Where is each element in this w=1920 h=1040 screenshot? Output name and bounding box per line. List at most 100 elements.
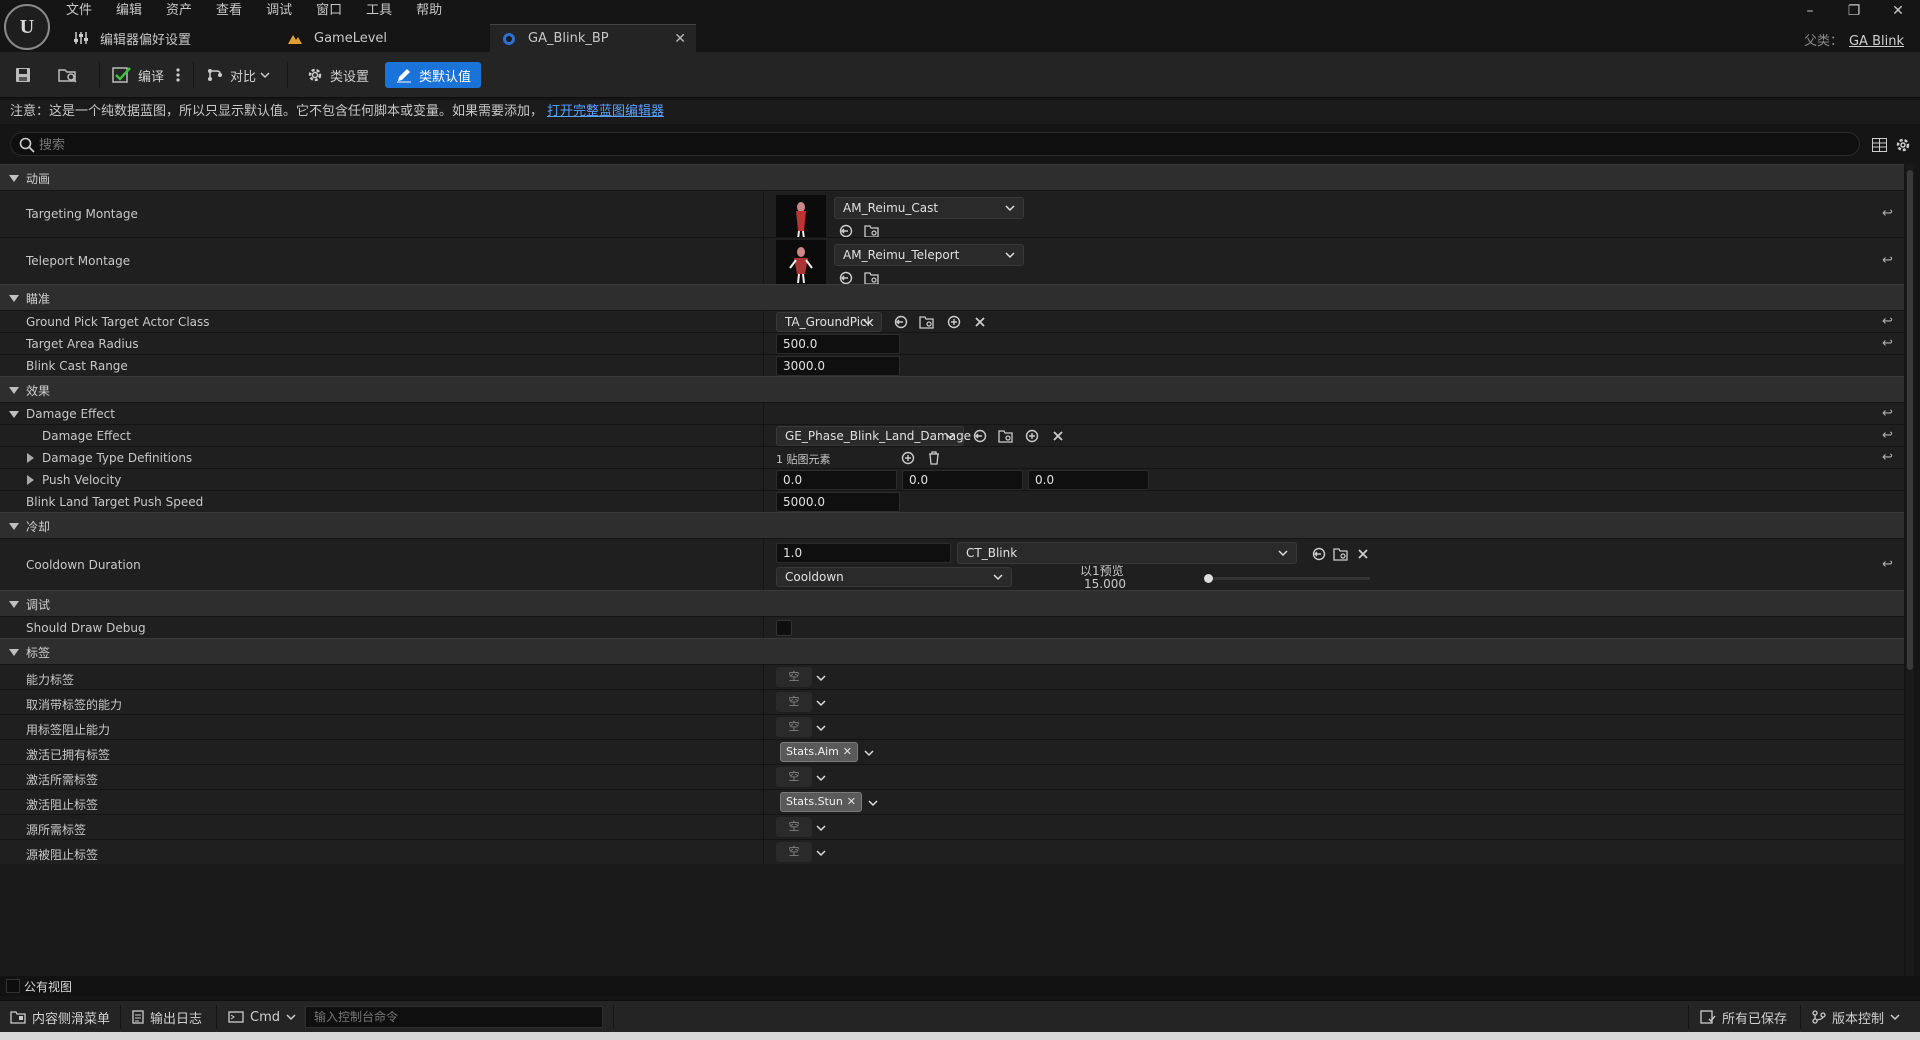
chevron-down-icon[interactable]	[812, 719, 830, 737]
class-defaults-button[interactable]: 类默认值	[385, 62, 482, 88]
reset-to-default-icon[interactable]: ↩	[1882, 407, 1896, 421]
category-aim[interactable]: 瞄准	[0, 284, 1904, 310]
content-drawer-button[interactable]: 内容侧滑菜单	[10, 1007, 110, 1027]
empty-tag-container[interactable]: 空	[776, 717, 812, 737]
tab-game-level[interactable]: GameLevel	[276, 24, 486, 52]
browse-asset-icon[interactable]	[918, 313, 936, 331]
menu-file[interactable]: 文件	[54, 0, 104, 22]
menu-help[interactable]: 帮助	[404, 0, 454, 22]
category-tags[interactable]: 标签	[0, 638, 1904, 664]
menu-tools[interactable]: 工具	[354, 0, 404, 22]
browse-asset-icon[interactable]	[997, 427, 1015, 445]
clear-icon[interactable]	[971, 313, 989, 331]
chevron-down-icon[interactable]	[812, 694, 830, 712]
reset-to-default-icon[interactable]: ↩	[1882, 558, 1896, 572]
public-view-toggle[interactable]: 公有视图	[0, 976, 1920, 996]
unreal-logo[interactable]: U	[4, 4, 50, 50]
use-selected-icon[interactable]	[892, 313, 910, 331]
chevron-down-icon[interactable]	[812, 769, 830, 787]
curve-table-dropdown[interactable]: CT_Blink	[957, 542, 1297, 564]
montage-asset-dropdown[interactable]: AM_Reimu_Cast	[834, 197, 1024, 219]
browse-asset-icon[interactable]	[1332, 545, 1350, 563]
vector-y-field[interactable]: 0.0	[902, 470, 1023, 490]
menu-edit[interactable]: 编辑	[104, 0, 154, 22]
empty-tag-container[interactable]: 空	[776, 817, 812, 837]
reset-to-default-icon[interactable]: ↩	[1882, 254, 1896, 268]
draw-debug-checkbox[interactable]	[776, 620, 792, 636]
tag-chip[interactable]: Stats.Aim ✕	[780, 742, 858, 762]
public-view-checkbox[interactable]	[6, 979, 20, 993]
minimize-button[interactable]: –	[1788, 0, 1832, 22]
remove-tag-icon[interactable]: ✕	[843, 743, 852, 761]
output-log-button[interactable]: 输出日志	[132, 1007, 202, 1027]
chevron-down-icon[interactable]	[812, 669, 830, 687]
expand-triangle-icon[interactable]	[27, 475, 34, 485]
montage-asset-dropdown[interactable]: AM_Reimu_Teleport	[834, 244, 1024, 266]
source-control-button[interactable]: 版本控制	[1812, 1007, 1900, 1027]
numeric-field[interactable]: 3000.0	[776, 356, 900, 376]
add-icon[interactable]	[945, 313, 963, 331]
menu-view[interactable]: 查看	[204, 0, 254, 22]
console-command-box[interactable]	[305, 1006, 603, 1028]
empty-tag-container[interactable]: 空	[776, 667, 812, 687]
all-saved-button[interactable]: 所有已保存	[1700, 1007, 1787, 1027]
reset-to-default-icon[interactable]: ↩	[1882, 207, 1896, 221]
compile-button[interactable]: 编译	[112, 62, 164, 88]
numeric-field[interactable]: 5000.0	[776, 492, 900, 512]
effect-class-dropdown[interactable]: GE_Phase_Blink_Land_Damage	[776, 426, 971, 446]
category-cooldown[interactable]: 冷却	[0, 512, 1904, 538]
close-tab-icon[interactable]: ✕	[674, 31, 686, 47]
restore-button[interactable]: ❐	[1832, 0, 1876, 22]
preview-slider-knob[interactable]	[1204, 574, 1213, 583]
reset-to-default-icon[interactable]: ↩	[1882, 315, 1896, 329]
reset-to-default-icon[interactable]: ↩	[1882, 451, 1896, 465]
clear-icon[interactable]	[1049, 427, 1067, 445]
cooldown-value-field[interactable]: 1.0	[776, 543, 951, 563]
empty-tag-container[interactable]: 空	[776, 692, 812, 712]
tag-chip[interactable]: Stats.Stun ✕	[780, 792, 862, 812]
table-view-icon[interactable]	[1872, 138, 1887, 152]
search-box[interactable]	[10, 132, 1860, 156]
numeric-field[interactable]: 500.0	[776, 334, 900, 354]
row-damage-effect-group[interactable]: Damage Effect ↩	[0, 402, 1904, 424]
vector-z-field[interactable]: 0.0	[1028, 470, 1149, 490]
use-selected-icon[interactable]	[1310, 545, 1328, 563]
chevron-down-icon[interactable]	[812, 844, 830, 862]
cmd-dropdown[interactable]: Cmd	[228, 1007, 296, 1027]
diff-button[interactable]: 对比	[206, 62, 270, 88]
menu-window[interactable]: 窗口	[304, 0, 354, 22]
menu-debug[interactable]: 调试	[254, 0, 304, 22]
save-button[interactable]	[14, 62, 32, 88]
expand-triangle-icon[interactable]	[27, 453, 34, 463]
menu-asset[interactable]: 资产	[154, 0, 204, 22]
remove-tag-icon[interactable]: ✕	[847, 793, 856, 811]
browse-button[interactable]	[58, 62, 78, 88]
tab-editor-preferences[interactable]: 编辑器偏好设置	[62, 24, 272, 52]
class-picker-dropdown[interactable]: TA_GroundPick	[776, 312, 882, 332]
category-effect[interactable]: 效果	[0, 376, 1904, 402]
use-selected-icon[interactable]	[971, 427, 989, 445]
tab-ga-blink-bp[interactable]: GA_Blink_BP ✕	[490, 24, 696, 52]
class-settings-button[interactable]: 类设置	[306, 62, 369, 88]
empty-tag-container[interactable]: 空	[776, 767, 812, 787]
category-animation[interactable]: 动画	[0, 164, 1904, 190]
empty-tag-container[interactable]: 空	[776, 842, 812, 862]
scrollbar-thumb[interactable]	[1907, 170, 1913, 670]
details-scrollbar[interactable]	[1906, 164, 1914, 976]
reset-to-default-icon[interactable]: ↩	[1882, 337, 1896, 351]
curve-row-dropdown[interactable]: Cooldown	[776, 567, 1012, 587]
trash-icon[interactable]	[925, 449, 943, 467]
compile-options-button[interactable]	[176, 62, 186, 88]
parent-class-link[interactable]: GA Blink	[1849, 34, 1904, 49]
preview-slider-track[interactable]	[1204, 574, 1370, 583]
clear-icon[interactable]	[1354, 545, 1372, 563]
chevron-down-icon[interactable]	[864, 794, 882, 812]
chevron-down-icon[interactable]	[812, 819, 830, 837]
settings-gear-icon[interactable]	[1895, 137, 1911, 153]
reset-to-default-icon[interactable]: ↩	[1882, 429, 1896, 443]
vector-x-field[interactable]: 0.0	[776, 470, 897, 490]
console-command-input[interactable]	[306, 1007, 602, 1027]
add-icon[interactable]	[1023, 427, 1041, 445]
category-debug[interactable]: 调试	[0, 590, 1904, 616]
montage-thumbnail[interactable]	[776, 240, 826, 290]
